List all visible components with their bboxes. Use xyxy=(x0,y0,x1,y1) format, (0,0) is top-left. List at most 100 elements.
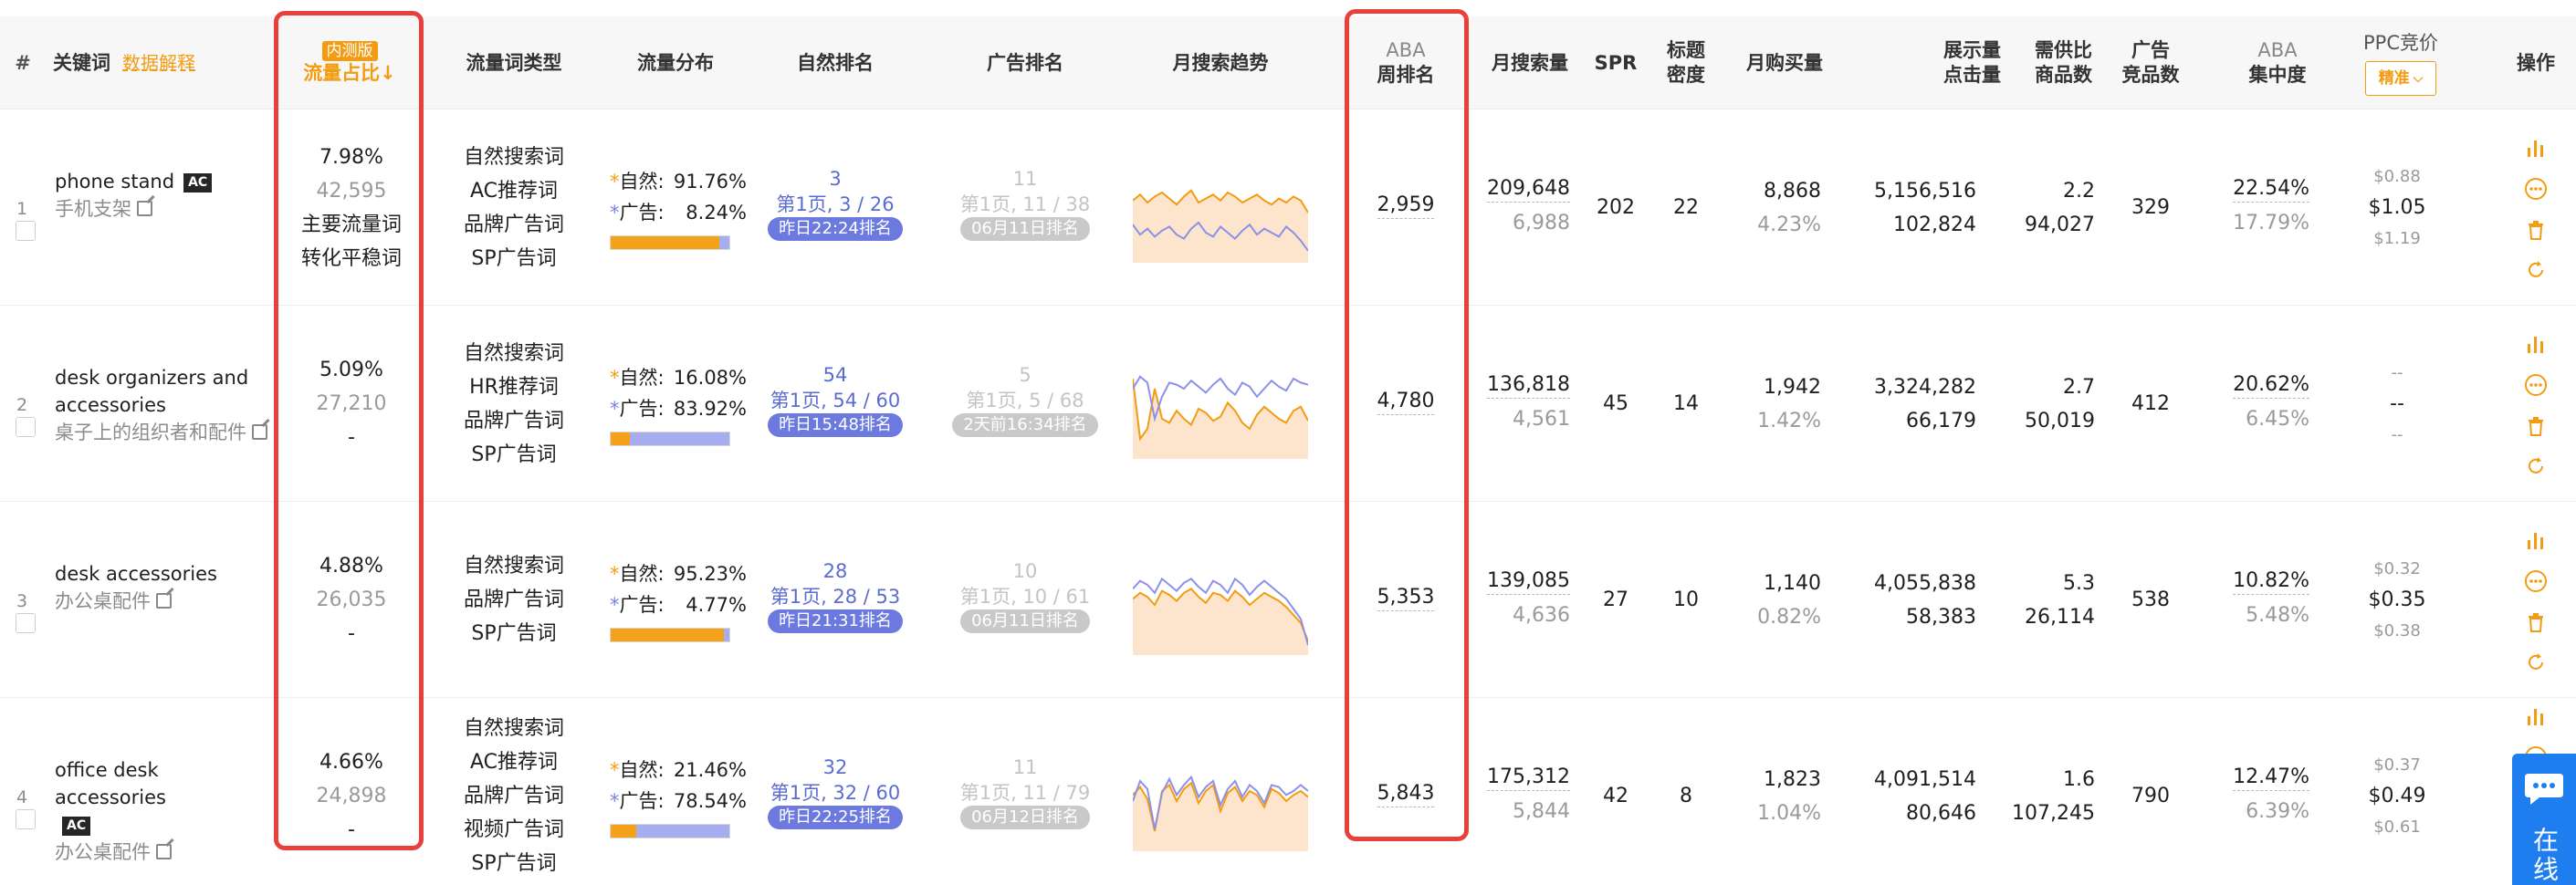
trash-icon[interactable] xyxy=(2525,415,2547,437)
ppc-bid-low: $0.32 xyxy=(2373,558,2421,578)
trash-icon[interactable] xyxy=(2525,611,2547,633)
clicks-value: 66,179 xyxy=(1906,409,1976,432)
natural-rank-value[interactable]: 3 xyxy=(829,166,841,192)
edit-icon[interactable] xyxy=(156,593,172,609)
refresh-icon[interactable] xyxy=(2525,259,2547,281)
edit-icon[interactable] xyxy=(252,424,267,440)
impressions-value: 3,324,282 xyxy=(1874,375,1976,399)
monthly-search-value[interactable]: 175,312 xyxy=(1487,765,1570,791)
ad-rank-page[interactable]: 第1页, 11 / 79 xyxy=(960,780,1091,806)
more-icon[interactable] xyxy=(2524,177,2548,201)
monthly-search-trend-chart[interactable] xyxy=(1133,359,1308,459)
keyword-text[interactable]: phone stand xyxy=(55,171,174,193)
header-ad-competitors[interactable]: 广告 竞品数 xyxy=(2114,16,2187,109)
header-monthly-purchase[interactable]: 月购买量 xyxy=(1734,16,1835,109)
supply-ratio-cell: 1.6 107,245 xyxy=(1990,698,2095,885)
more-icon[interactable] xyxy=(2524,373,2548,397)
bar-chart-icon[interactable] xyxy=(2525,333,2547,355)
ad-rank-value[interactable]: 10 xyxy=(1013,558,1038,584)
traffic-share-bar xyxy=(610,431,730,446)
monthly-search-trend-chart[interactable] xyxy=(1133,162,1308,263)
header-ppc-label: PPC竞价 xyxy=(2363,31,2438,54)
header-monthly-search[interactable]: 月搜索量 xyxy=(1484,16,1576,109)
keyword-line: phone stand AC xyxy=(55,168,274,195)
ad-competitors-value: 412 xyxy=(2131,392,2170,415)
aba-concentration-value[interactable]: 12.47% xyxy=(2233,765,2309,791)
row-checkbox[interactable] xyxy=(16,612,36,633)
ad-rank-value[interactable]: 11 xyxy=(1013,166,1038,192)
bar-chart-icon[interactable] xyxy=(2525,137,2547,159)
monthly-purchase-cell: 8,868 4.23% xyxy=(1716,109,1821,306)
ad-rank-value[interactable]: 11 xyxy=(1013,755,1038,780)
header-supply-ratio[interactable]: 需供比 商品数 xyxy=(2008,16,2100,109)
clicks-value: 102,824 xyxy=(1893,213,1976,236)
natural-pct: 16.08% xyxy=(673,366,747,389)
natural-rank-page[interactable]: 第1页, 32 / 60 xyxy=(770,780,901,806)
refresh-icon[interactable] xyxy=(2525,455,2547,477)
ppc-match-dropdown[interactable]: 精准 ⌵ xyxy=(2364,60,2437,96)
keyword-type-cell: 自然搜索词 品牌广告词 SP广告词 xyxy=(455,502,573,698)
bar-chart-icon[interactable] xyxy=(2525,529,2547,551)
header-title-label: 标题 xyxy=(1667,39,1705,61)
monthly-search-trend-chart[interactable] xyxy=(1133,751,1308,851)
natural-rank-page[interactable]: 第1页, 3 / 26 xyxy=(776,192,894,217)
ad-rank-page[interactable]: 第1页, 11 / 38 xyxy=(960,192,1091,217)
monthly-search-value[interactable]: 136,818 xyxy=(1487,372,1570,399)
daily-search-value: 6,988 xyxy=(1513,211,1570,234)
impressions-value: 5,156,516 xyxy=(1874,179,1976,203)
aba-concentration-value[interactable]: 20.62% xyxy=(2233,372,2309,399)
natural-rank-page[interactable]: 第1页, 28 / 53 xyxy=(770,584,901,609)
row-index: 1 xyxy=(16,198,28,219)
keyword-text[interactable]: office desk accessories xyxy=(55,759,166,808)
ppc-bid-low: $0.88 xyxy=(2373,166,2421,186)
keyword-text-cont[interactable]: accessories xyxy=(55,394,166,416)
online-chat-button[interactable]: 在线 xyxy=(2512,754,2576,885)
bar-chart-icon[interactable] xyxy=(2525,705,2547,727)
ad-rank-value[interactable]: 5 xyxy=(1019,362,1031,388)
header-spr[interactable]: SPR xyxy=(1588,16,1643,109)
header-keyword[interactable]: 关键词 xyxy=(53,16,117,109)
header-aba-concentration[interactable]: ABA 集中度 xyxy=(2227,16,2328,109)
clicks-value: 80,646 xyxy=(1906,801,1976,825)
edit-icon[interactable] xyxy=(156,844,172,859)
keyword-translation: 桌子上的组织者和配件 xyxy=(55,421,246,443)
keyword-text[interactable]: desk organizers and xyxy=(55,367,248,389)
natural-rank-value[interactable]: 32 xyxy=(823,755,848,780)
ad-label-wrap: *广告: xyxy=(610,786,665,817)
monthly-search-value[interactable]: 209,648 xyxy=(1487,176,1570,203)
header-impressions[interactable]: 展示量 点击量 xyxy=(1901,16,2001,109)
natural-rank-value[interactable]: 28 xyxy=(823,558,848,584)
product-count-value: 94,027 xyxy=(2025,213,2095,236)
natural-rank-value[interactable]: 54 xyxy=(823,362,848,388)
aba-concentration-value[interactable]: 22.54% xyxy=(2233,176,2309,203)
monthly-search-trend-chart[interactable] xyxy=(1133,555,1308,655)
refresh-icon[interactable] xyxy=(2525,651,2547,673)
monthly-search-value[interactable]: 139,085 xyxy=(1487,568,1570,595)
keyword-text[interactable]: desk accessories xyxy=(55,563,217,585)
ad-share-line: *广告: 4.77% xyxy=(610,589,747,620)
ad-rank-page[interactable]: 第1页, 10 / 61 xyxy=(960,584,1091,609)
impressions-cell: 4,055,838 58,383 xyxy=(1862,502,1976,698)
data-explain-link[interactable]: 数据解释 xyxy=(122,16,204,109)
purchase-rate-value: 4.23% xyxy=(1757,213,1821,236)
row-checkbox[interactable] xyxy=(16,220,36,241)
row-checkbox[interactable] xyxy=(16,416,36,437)
ad-rank-page[interactable]: 第1页, 5 / 68 xyxy=(966,388,1084,413)
aba-concentration-value[interactable]: 10.82% xyxy=(2233,568,2309,595)
header-title-density[interactable]: 标题 密度 xyxy=(1654,16,1718,109)
ad-label: 广告: xyxy=(619,789,665,812)
ad-rank-time: 06月12日排名 xyxy=(960,805,1090,829)
purchase-rate-value: 0.82% xyxy=(1757,605,1821,629)
ad-label: 广告: xyxy=(619,593,665,616)
row-checkbox[interactable] xyxy=(16,808,36,829)
natural-rank-page[interactable]: 第1页, 54 / 60 xyxy=(770,388,901,413)
natural-rank-time: 昨日22:24排名 xyxy=(768,216,903,241)
header-ppc: PPC竞价 精准 ⌵ xyxy=(2346,16,2456,109)
star-icon: * xyxy=(610,397,620,420)
trash-icon[interactable] xyxy=(2525,219,2547,241)
title-density-value: 8 xyxy=(1680,785,1692,807)
more-icon[interactable] xyxy=(2524,569,2548,593)
edit-icon[interactable] xyxy=(137,201,152,216)
row-index: 4 xyxy=(16,786,28,807)
ad-rank-cell: 5 第1页, 5 / 68 2天前16:34排名 xyxy=(952,362,1098,437)
